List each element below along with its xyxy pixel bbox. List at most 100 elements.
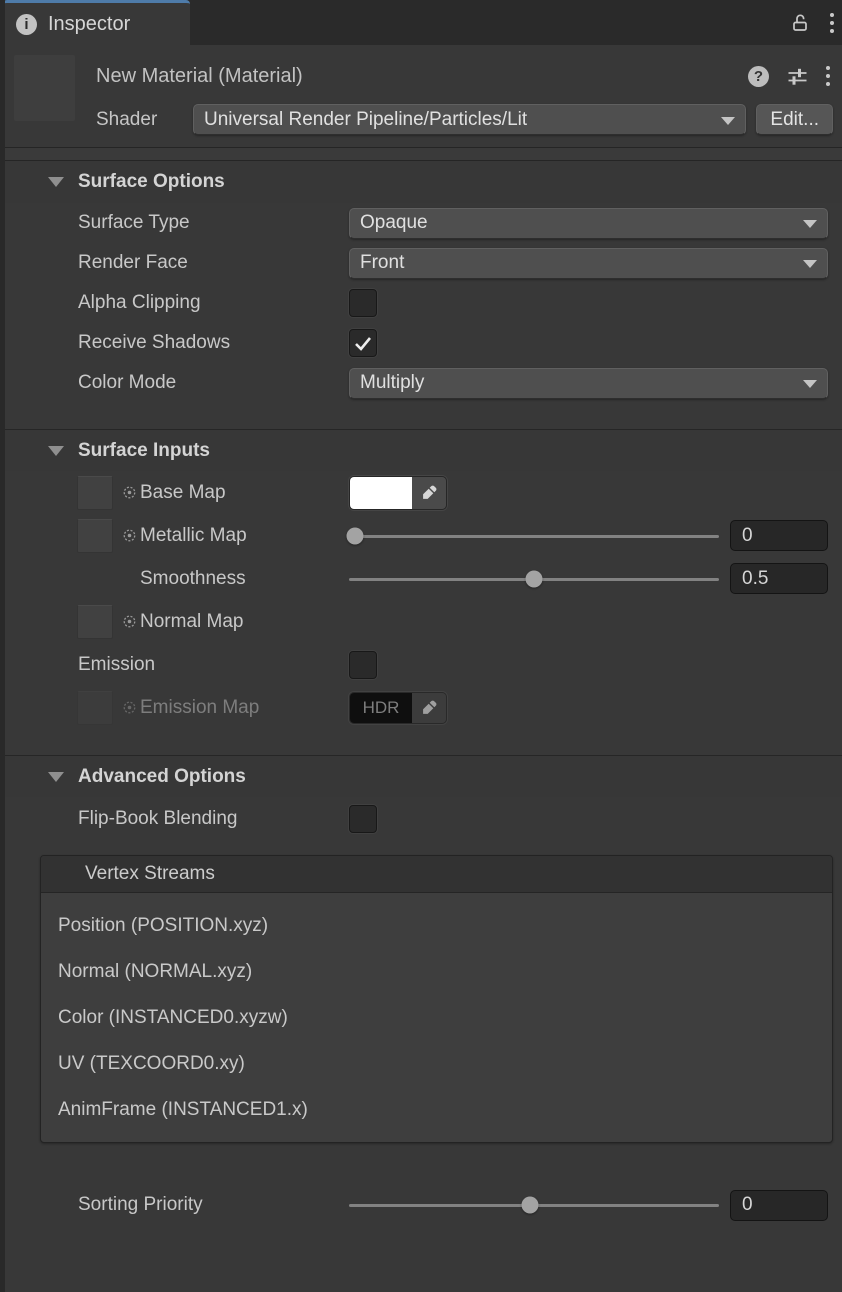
color-mode-dropdown[interactable]: Multiply [349, 368, 828, 399]
section-title: Surface Options [78, 171, 225, 193]
normal-map-row: Normal Map [0, 600, 842, 643]
base-map-row: Base Map [0, 471, 842, 514]
slider-track[interactable] [349, 535, 719, 538]
color-mode-value: Multiply [360, 372, 424, 394]
unlock-icon[interactable] [790, 13, 810, 33]
metallic-map-label: Metallic Map [140, 525, 247, 547]
smoothness-row: Smoothness 0.5 [0, 557, 842, 600]
scale-offset-target-icon [122, 700, 137, 715]
base-map-label: Base Map [140, 482, 226, 504]
render-face-label: Render Face [0, 252, 188, 274]
receive-shadows-row: Receive Shadows [0, 323, 842, 363]
surface-type-value: Opaque [360, 212, 428, 234]
foldout-arrow-icon [48, 772, 64, 782]
color-swatch-white[interactable] [350, 477, 412, 509]
sorting-priority-slider[interactable] [349, 1184, 719, 1226]
info-icon: i [16, 14, 37, 35]
help-icon[interactable]: ? [748, 66, 769, 87]
tab-bar: i Inspector [0, 0, 842, 45]
smoothness-value-field[interactable]: 0.5 [730, 563, 828, 594]
sorting-priority-row: Sorting Priority 0 [0, 1184, 842, 1226]
list-item[interactable]: Normal (NORMAL.xyz) [41, 949, 832, 995]
emission-checkbox[interactable] [349, 651, 377, 679]
foldout-arrow-icon [48, 177, 64, 187]
sorting-priority-value-field[interactable]: 0 [730, 1190, 828, 1221]
color-mode-label: Color Mode [0, 372, 176, 394]
alpha-clipping-checkbox[interactable] [349, 289, 377, 317]
vertex-streams-title: Vertex Streams [85, 863, 215, 885]
list-item[interactable]: AnimFrame (INSTANCED1.x) [41, 1087, 832, 1133]
emission-row: Emission [0, 643, 842, 686]
section-surface-options[interactable]: Surface Options [0, 161, 842, 203]
kebab-menu-icon[interactable] [830, 13, 834, 33]
emission-label: Emission [0, 654, 155, 676]
shader-dropdown[interactable]: Universal Render Pipeline/Particles/Lit [193, 104, 746, 135]
sorting-priority-label: Sorting Priority [0, 1194, 203, 1216]
eyedropper-icon[interactable] [412, 477, 446, 509]
slider-handle[interactable] [522, 1197, 539, 1214]
section-title: Advanced Options [78, 766, 246, 788]
material-kebab-menu-icon[interactable] [826, 66, 830, 86]
vertex-streams-header[interactable]: Vertex Streams [41, 856, 832, 893]
render-face-value: Front [360, 252, 404, 274]
metallic-map-row: Metallic Map 0 [0, 514, 842, 557]
hdr-badge[interactable]: HDR [350, 693, 412, 723]
panel-edge [0, 0, 5, 1292]
section-surface-inputs[interactable]: Surface Inputs [0, 429, 842, 471]
emission-hdr-color-swatch[interactable]: HDR [349, 692, 447, 724]
receive-shadows-checkbox[interactable] [349, 329, 377, 357]
chevron-down-icon [803, 380, 817, 388]
tab-label: Inspector [48, 13, 130, 36]
render-face-dropdown[interactable]: Front [349, 248, 828, 279]
shader-label: Shader [96, 109, 193, 131]
slider-handle[interactable] [526, 570, 543, 587]
color-mode-row: Color Mode Multiply [0, 363, 842, 403]
render-face-row: Render Face Front [0, 243, 842, 283]
base-map-texture-slot[interactable] [77, 476, 113, 510]
material-title: New Material (Material) [96, 65, 748, 88]
emission-map-row: Emission Map HDR [0, 686, 842, 729]
metallic-map-texture-slot[interactable] [77, 519, 113, 553]
flip-book-blending-label: Flip-Book Blending [0, 808, 237, 830]
flip-book-blending-row: Flip-Book Blending [0, 797, 842, 840]
inspector-panel: i Inspector New Material (Material) ? [0, 0, 842, 1292]
list-item[interactable]: Color (INSTANCED0.xyzw) [41, 995, 832, 1041]
scale-offset-target-icon [122, 485, 137, 500]
alpha-clipping-row: Alpha Clipping [0, 283, 842, 323]
shader-dropdown-value: Universal Render Pipeline/Particles/Lit [204, 109, 527, 131]
smoothness-slider[interactable] [349, 557, 719, 600]
scale-offset-target-icon [122, 528, 137, 543]
list-item[interactable]: Position (POSITION.xyz) [41, 903, 832, 949]
metallic-slider[interactable] [349, 514, 719, 557]
material-header: New Material (Material) ? Shader Univers… [0, 45, 842, 147]
smoothness-label: Smoothness [0, 568, 246, 590]
tab-inspector[interactable]: i Inspector [3, 0, 190, 45]
header-divider [0, 147, 842, 161]
surface-type-label: Surface Type [0, 212, 190, 234]
list-item[interactable]: UV (TEXCOORD0.xy) [41, 1041, 832, 1087]
section-advanced-options[interactable]: Advanced Options [0, 755, 842, 797]
eyedropper-icon[interactable] [412, 693, 446, 723]
normal-map-label: Normal Map [140, 611, 243, 633]
surface-type-dropdown[interactable]: Opaque [349, 208, 828, 239]
material-preview-thumbnail[interactable] [14, 55, 75, 121]
scale-offset-target-icon [122, 614, 137, 629]
metallic-value-field[interactable]: 0 [730, 520, 828, 551]
section-title: Surface Inputs [78, 440, 210, 462]
flip-book-blending-checkbox[interactable] [349, 805, 377, 833]
chevron-down-icon [721, 117, 735, 125]
normal-map-texture-slot[interactable] [77, 605, 113, 639]
chevron-down-icon [803, 260, 817, 268]
vertex-streams-list: Vertex Streams Position (POSITION.xyz) N… [40, 855, 833, 1143]
slider-handle[interactable] [346, 527, 363, 544]
surface-type-row: Surface Type Opaque [0, 203, 842, 243]
emission-map-label: Emission Map [140, 697, 259, 719]
foldout-arrow-icon [48, 446, 64, 456]
alpha-clipping-label: Alpha Clipping [0, 292, 201, 314]
shader-edit-button[interactable]: Edit... [756, 104, 833, 135]
chevron-down-icon [803, 220, 817, 228]
receive-shadows-label: Receive Shadows [0, 332, 230, 354]
presets-icon[interactable] [786, 65, 809, 88]
emission-map-texture-slot[interactable] [77, 691, 113, 725]
base-map-color-swatch[interactable] [349, 476, 447, 510]
